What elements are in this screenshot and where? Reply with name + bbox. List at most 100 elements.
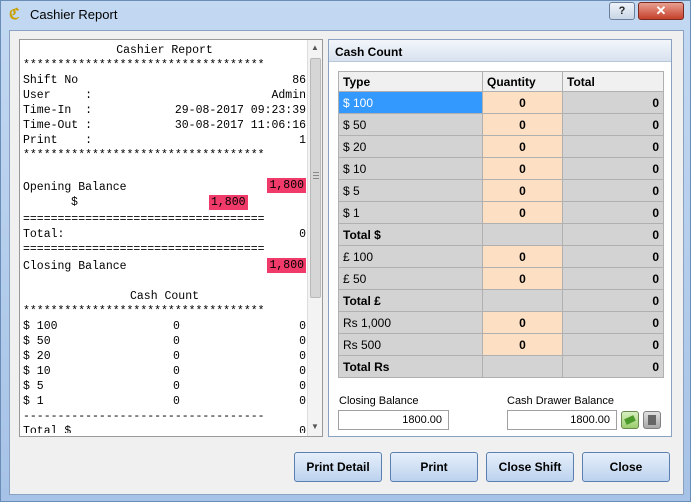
closing-balance-field-label: Closing Balance — [339, 395, 419, 407]
column-header-type[interactable]: Type — [338, 71, 483, 92]
table-row[interactable]: $ 50 0 0 — [338, 113, 664, 136]
receipt-text: Cashier Report *************************… — [23, 43, 306, 433]
receipt-cash-total: 0 — [299, 365, 306, 378]
print-button[interactable]: Print — [390, 452, 478, 482]
cell-quantity[interactable]: 0 — [482, 245, 563, 268]
receipt-double-line: =================================== — [23, 243, 265, 256]
cell-quantity — [482, 355, 563, 378]
cash-drawer-balance-label: Cash Drawer Balance — [507, 395, 614, 407]
cell-type[interactable]: $ 10 — [338, 157, 483, 180]
window-close-button[interactable]: ✕ — [638, 2, 684, 20]
cell-quantity[interactable]: 0 — [482, 135, 563, 158]
cell-type[interactable]: Total Rs — [338, 355, 483, 378]
table-row[interactable]: Rs 1,000 0 0 — [338, 311, 664, 334]
total-value: 0 — [299, 228, 306, 241]
scroll-up-icon[interactable]: ▲ — [310, 43, 320, 53]
receipt-separator: *********************************** — [23, 59, 265, 72]
timeout-value: 30-08-2017 11:06:16 — [174, 119, 306, 132]
cash-drawer-balance-field[interactable]: 1800.00 — [507, 410, 617, 430]
closing-balance-value: 1,800 — [267, 258, 306, 273]
table-row[interactable]: Total £ 0 — [338, 289, 664, 312]
receipt-separator: *********************************** — [23, 305, 265, 318]
table-row[interactable]: £ 50 0 0 — [338, 267, 664, 290]
column-header-quantity[interactable]: Quantity — [482, 71, 563, 92]
receipt-double-line: =================================== — [23, 213, 265, 226]
cell-type[interactable]: Rs 1,000 — [338, 311, 483, 334]
user-value: Admin — [271, 89, 306, 102]
scrollbar-thumb[interactable] — [310, 58, 321, 298]
receipt-cash-total: 0 — [299, 335, 306, 348]
table-row[interactable]: $ 100 — [338, 201, 664, 224]
cell-total: 0 — [562, 223, 664, 246]
cell-type[interactable]: £ 50 — [338, 267, 483, 290]
table-row[interactable]: Rs 500 0 0 — [338, 333, 664, 356]
user-label: User : — [23, 89, 93, 102]
cell-type[interactable]: $ 50 — [338, 113, 483, 136]
receipt-cash-row: $ 5 0 0 — [23, 379, 306, 394]
cell-type[interactable]: $ 100 — [338, 91, 483, 114]
cell-quantity[interactable]: 0 — [482, 201, 563, 224]
table-row[interactable]: Total Rs 0 — [338, 355, 664, 378]
cell-quantity[interactable]: 0 — [482, 333, 563, 356]
receipt-cash-count-title: Cash Count — [129, 290, 199, 303]
column-header-total[interactable]: Total — [562, 71, 664, 92]
receipt-cash-type: $ 1 — [23, 395, 44, 408]
cell-total: 0 — [562, 245, 664, 268]
cell-total: 0 — [562, 289, 664, 312]
receipt-cash-row: $ 50 0 0 — [23, 334, 306, 349]
window-title: Cashier Report — [30, 7, 118, 22]
dialog-body: Cashier Report *************************… — [9, 30, 684, 495]
table-row[interactable]: Total $ 0 — [338, 223, 664, 246]
cell-quantity[interactable]: 0 — [482, 113, 563, 136]
receipt-total-currency-value: 0 — [299, 425, 306, 433]
table-row[interactable]: $ 100 0 0 — [338, 91, 664, 114]
cash-money-icon[interactable] — [621, 411, 639, 429]
cell-quantity — [482, 223, 563, 246]
receipt-cash-qty: 0 — [173, 365, 180, 378]
receipt-separator: *********************************** — [23, 149, 265, 162]
receipt-preview[interactable]: Cashier Report *************************… — [19, 39, 323, 437]
receipt-scrollbar[interactable]: ▲ ▼ — [307, 40, 322, 436]
calculator-icon[interactable] — [643, 411, 661, 429]
receipt-total-currency-label: Total $ — [23, 425, 72, 433]
receipt-cash-qty: 0 — [173, 350, 180, 363]
help-button[interactable]: ? — [609, 2, 635, 20]
closing-balance-field[interactable]: 1800.00 — [338, 410, 449, 430]
cell-total: 0 — [562, 91, 664, 114]
table-row[interactable]: $ 20 0 0 — [338, 135, 664, 158]
table-row[interactable]: $ 10 0 0 — [338, 157, 664, 180]
cell-quantity[interactable]: 0 — [482, 157, 563, 180]
table-row[interactable]: $ 500 — [338, 179, 664, 202]
print-detail-button[interactable]: Print Detail — [294, 452, 382, 482]
cell-quantity[interactable]: 0 — [482, 179, 563, 202]
cell-quantity[interactable]: 0 — [482, 311, 563, 334]
cell-type[interactable]: Rs 500 — [338, 333, 483, 356]
grip-icon — [313, 172, 319, 173]
receipt-cash-row: $ 10 0 0 — [23, 364, 306, 379]
cell-type[interactable]: $ 1 — [338, 201, 483, 224]
shift-value: 86 — [292, 74, 306, 87]
timein-value: 29-08-2017 09:23:39 — [174, 104, 306, 117]
cell-total: 0 — [562, 311, 664, 334]
receipt-cash-total: 0 — [299, 395, 306, 408]
opening-balance-value: 1,800 — [267, 178, 306, 193]
close-button[interactable]: Close — [582, 452, 670, 482]
scroll-down-icon[interactable]: ▼ — [310, 422, 320, 432]
cell-type[interactable]: £ 100 — [338, 245, 483, 268]
table-row[interactable]: £ 100 0 0 — [338, 245, 664, 268]
cell-quantity[interactable]: 0 — [482, 91, 563, 114]
app-logo-icon: ℭ — [9, 5, 20, 23]
cell-type[interactable]: Total $ — [338, 223, 483, 246]
receipt-cash-type: $ 50 — [23, 335, 51, 348]
cell-type[interactable]: Total £ — [338, 289, 483, 312]
cell-type[interactable]: $ 5 — [338, 179, 483, 202]
cell-quantity[interactable]: 0 — [482, 267, 563, 290]
cell-total: 0 — [562, 333, 664, 356]
receipt-title: Cashier Report — [116, 44, 213, 57]
opening-currency-value: 1,800 — [209, 195, 248, 210]
cell-type[interactable]: $ 20 — [338, 135, 483, 158]
close-shift-button[interactable]: Close Shift — [486, 452, 574, 482]
cell-total: 0 — [562, 201, 664, 224]
receipt-cash-qty: 0 — [173, 395, 180, 408]
title-bar: ℭ Cashier Report ? ✕ — [1, 1, 690, 29]
